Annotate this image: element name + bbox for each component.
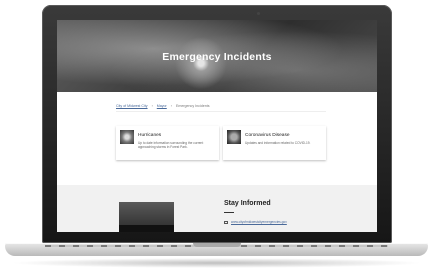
breadcrumb-link-home[interactable]: City of Midwest City	[116, 104, 148, 108]
breadcrumb-separator: ›	[170, 104, 172, 108]
card-description: Up to date information surrounding the c…	[138, 141, 204, 150]
card-title: Hurricanes	[138, 133, 162, 138]
newsletter-link-text[interactable]: www.cityofmidwestcityemergencies.gov	[231, 220, 287, 224]
incident-card-coronavirus[interactable]: Coronavirus Disease Updates and informat…	[223, 126, 326, 160]
card-description: Updates and information related to COVID…	[245, 141, 311, 145]
laptop-base	[5, 243, 428, 256]
breadcrumb-current: Emergency Incidents	[175, 104, 210, 108]
newsletter-title: Stay Informed	[224, 200, 271, 207]
incident-card-hurricanes[interactable]: Hurricanes Up to date information surrou…	[116, 126, 219, 160]
video-caption-bar	[119, 225, 174, 232]
newsletter-link[interactable]: www.cityofmidwestcityemergencies.gov	[224, 220, 287, 224]
laptop-screen: Emergency Incidents City of Midwest City…	[57, 20, 377, 232]
mail-icon	[224, 220, 228, 224]
trackpad-notch	[193, 243, 241, 247]
newsletter-section	[57, 185, 377, 232]
hero-banner: Emergency Incidents	[57, 20, 377, 92]
video-thumbnail[interactable]	[119, 202, 174, 232]
breadcrumb: City of Midwest City › Mayor › Emergency…	[116, 101, 326, 112]
camera-icon	[257, 12, 260, 15]
coronavirus-thumbnail	[227, 130, 241, 144]
breadcrumb-link-mayor[interactable]: Mayor	[157, 104, 167, 108]
title-underline	[224, 212, 234, 213]
page-title: Emergency Incidents	[162, 51, 272, 63]
breadcrumb-separator: ›	[151, 104, 153, 108]
laptop-shadow	[10, 258, 423, 268]
hurricane-thumbnail	[120, 130, 134, 144]
card-title: Coronavirus Disease	[245, 133, 290, 138]
